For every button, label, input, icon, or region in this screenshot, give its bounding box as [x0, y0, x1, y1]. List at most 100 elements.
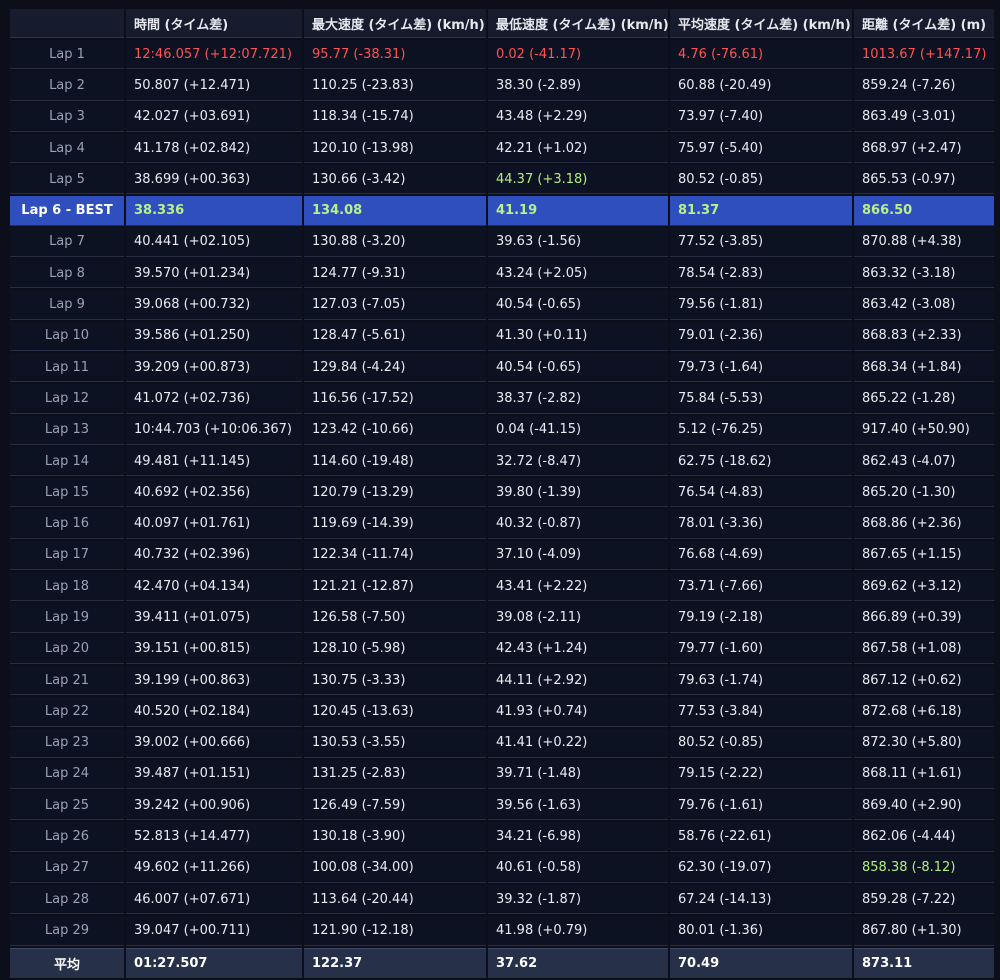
- table-row: Lap 12 41.072 (+02.736) 116.56 (-17.52) 38.…: [10, 384, 994, 414]
- avg-speed: 4.76 (-76.61): [670, 40, 852, 70]
- max-speed: 119.69 (-14.39): [304, 509, 486, 539]
- min-speed: 41.98 (+0.79): [488, 916, 668, 946]
- header-distance: 距離 (タイム差) (m): [854, 9, 994, 38]
- lap-label: Lap 19: [10, 603, 124, 633]
- avg-speed: 76.54 (-4.83): [670, 478, 852, 508]
- distance: 865.22 (-1.28): [854, 384, 994, 414]
- lap-time: 41.072 (+02.736): [126, 384, 302, 414]
- avg-speed: 79.56 (-1.81): [670, 290, 852, 320]
- average-time: 01:27.507: [126, 947, 302, 978]
- avg-speed: 67.24 (-14.13): [670, 885, 852, 915]
- table-body: Lap 1 12:46.057 (+12:07.721) 95.77 (-38.31…: [10, 40, 994, 946]
- min-speed: 38.30 (-2.89): [488, 71, 668, 101]
- min-speed: 38.37 (-2.82): [488, 384, 668, 414]
- distance: 866.50: [854, 196, 994, 226]
- avg-speed: 75.97 (-5.40): [670, 133, 852, 164]
- avg-speed: 77.53 (-3.84): [670, 697, 852, 727]
- lap-label: Lap 29: [10, 916, 124, 946]
- avg-speed: 79.15 (-2.22): [670, 759, 852, 790]
- lap-time: 38.699 (+00.363): [126, 165, 302, 195]
- distance: 868.86 (+2.36): [854, 509, 994, 539]
- min-speed: 43.48 (+2.29): [488, 102, 668, 132]
- min-speed: 0.02 (-41.17): [488, 40, 668, 70]
- distance: 867.12 (+0.62): [854, 665, 994, 696]
- max-speed: 120.79 (-13.29): [304, 478, 486, 508]
- table-row: Lap 17 40.732 (+02.396) 122.34 (-11.74) 37.…: [10, 540, 994, 571]
- header-time: 時間 (タイム差): [126, 9, 302, 38]
- max-speed: 130.88 (-3.20): [304, 227, 486, 258]
- avg-speed: 79.19 (-2.18): [670, 603, 852, 633]
- lap-time: 50.807 (+12.471): [126, 71, 302, 101]
- max-speed: 124.77 (-9.31): [304, 259, 486, 289]
- avg-speed: 75.84 (-5.53): [670, 384, 852, 414]
- lap-times-table: 時間 (タイム差) 最大速度 (タイム差) (km/h) 最低速度 (タイム差)…: [8, 7, 996, 980]
- lap-label: Lap 4: [10, 133, 124, 164]
- avg-speed: 79.73 (-1.64): [670, 352, 852, 383]
- lap-time: 42.027 (+03.691): [126, 102, 302, 132]
- lap-label: Lap 18: [10, 572, 124, 602]
- min-speed: 37.10 (-4.09): [488, 540, 668, 571]
- lap-time: 40.097 (+01.761): [126, 509, 302, 539]
- lap-label: Lap 6 - BEST: [10, 196, 124, 226]
- distance: 863.49 (-3.01): [854, 102, 994, 132]
- min-speed: 0.04 (-41.15): [488, 415, 668, 445]
- lap-label: Lap 5: [10, 165, 124, 195]
- lap-label: Lap 14: [10, 446, 124, 477]
- max-speed: 121.21 (-12.87): [304, 572, 486, 602]
- table-row: Lap 20 39.151 (+00.815) 128.10 (-5.98) 42.4…: [10, 634, 994, 664]
- average-row: 平均 01:27.507 122.37 37.62 70.49 873.11: [10, 947, 994, 978]
- avg-speed: 76.68 (-4.69): [670, 540, 852, 571]
- max-speed: 131.25 (-2.83): [304, 759, 486, 790]
- table-row: Lap 27 49.602 (+11.266) 100.08 (-34.00) 40.…: [10, 853, 994, 884]
- max-speed: 130.18 (-3.90): [304, 822, 486, 852]
- table-row: Lap 19 39.411 (+01.075) 126.58 (-7.50) 39.0…: [10, 603, 994, 633]
- average-avg-speed: 70.49: [670, 947, 852, 978]
- max-speed: 126.49 (-7.59): [304, 791, 486, 821]
- min-speed: 44.37 (+3.18): [488, 165, 668, 195]
- lap-time: 40.732 (+02.396): [126, 540, 302, 571]
- lap-time: 49.602 (+11.266): [126, 853, 302, 884]
- lap-time: 49.481 (+11.145): [126, 446, 302, 477]
- max-speed: 127.03 (-7.05): [304, 290, 486, 320]
- max-speed: 118.34 (-15.74): [304, 102, 486, 132]
- lap-time: 40.441 (+02.105): [126, 227, 302, 258]
- max-speed: 123.42 (-10.66): [304, 415, 486, 445]
- max-speed: 134.08: [304, 196, 486, 226]
- min-speed: 32.72 (-8.47): [488, 446, 668, 477]
- table-footer: 平均 01:27.507 122.37 37.62 70.49 873.11: [10, 947, 994, 978]
- average-max-speed: 122.37: [304, 947, 486, 978]
- min-speed: 40.54 (-0.65): [488, 290, 668, 320]
- table-row: Lap 23 39.002 (+00.666) 130.53 (-3.55) 41.4…: [10, 728, 994, 758]
- lap-time: 39.151 (+00.815): [126, 634, 302, 664]
- distance: 859.24 (-7.26): [854, 71, 994, 101]
- lap-time: 38.336: [126, 196, 302, 226]
- average-label: 平均: [10, 947, 124, 978]
- table-row: Lap 18 42.470 (+04.134) 121.21 (-12.87) 43.…: [10, 572, 994, 602]
- distance: 862.43 (-4.07): [854, 446, 994, 477]
- distance: 865.20 (-1.30): [854, 478, 994, 508]
- lap-label: Lap 27: [10, 853, 124, 884]
- max-speed: 130.53 (-3.55): [304, 728, 486, 758]
- lap-label: Lap 23: [10, 728, 124, 758]
- average-distance: 873.11: [854, 947, 994, 978]
- max-speed: 95.77 (-38.31): [304, 40, 486, 70]
- lap-label: Lap 8: [10, 259, 124, 289]
- max-speed: 113.64 (-20.44): [304, 885, 486, 915]
- lap-label: Lap 13: [10, 415, 124, 445]
- lap-label: Lap 2: [10, 71, 124, 101]
- distance: 862.06 (-4.44): [854, 822, 994, 852]
- table-row: Lap 1 12:46.057 (+12:07.721) 95.77 (-38.31…: [10, 40, 994, 70]
- max-speed: 128.47 (-5.61): [304, 321, 486, 351]
- avg-speed: 79.77 (-1.60): [670, 634, 852, 664]
- header-min-speed: 最低速度 (タイム差) (km/h): [488, 9, 668, 38]
- distance: 869.62 (+3.12): [854, 572, 994, 602]
- avg-speed: 73.97 (-7.40): [670, 102, 852, 132]
- table-row: Lap 7 40.441 (+02.105) 130.88 (-3.20) 39.63…: [10, 227, 994, 258]
- max-speed: 129.84 (-4.24): [304, 352, 486, 383]
- lap-label: Lap 9: [10, 290, 124, 320]
- table-row: Lap 22 40.520 (+02.184) 120.45 (-13.63) 41.…: [10, 697, 994, 727]
- avg-speed: 60.88 (-20.49): [670, 71, 852, 101]
- table-row: Lap 24 39.487 (+01.151) 131.25 (-2.83) 39.7…: [10, 759, 994, 790]
- lap-label: Lap 28: [10, 885, 124, 915]
- lap-time: 46.007 (+07.671): [126, 885, 302, 915]
